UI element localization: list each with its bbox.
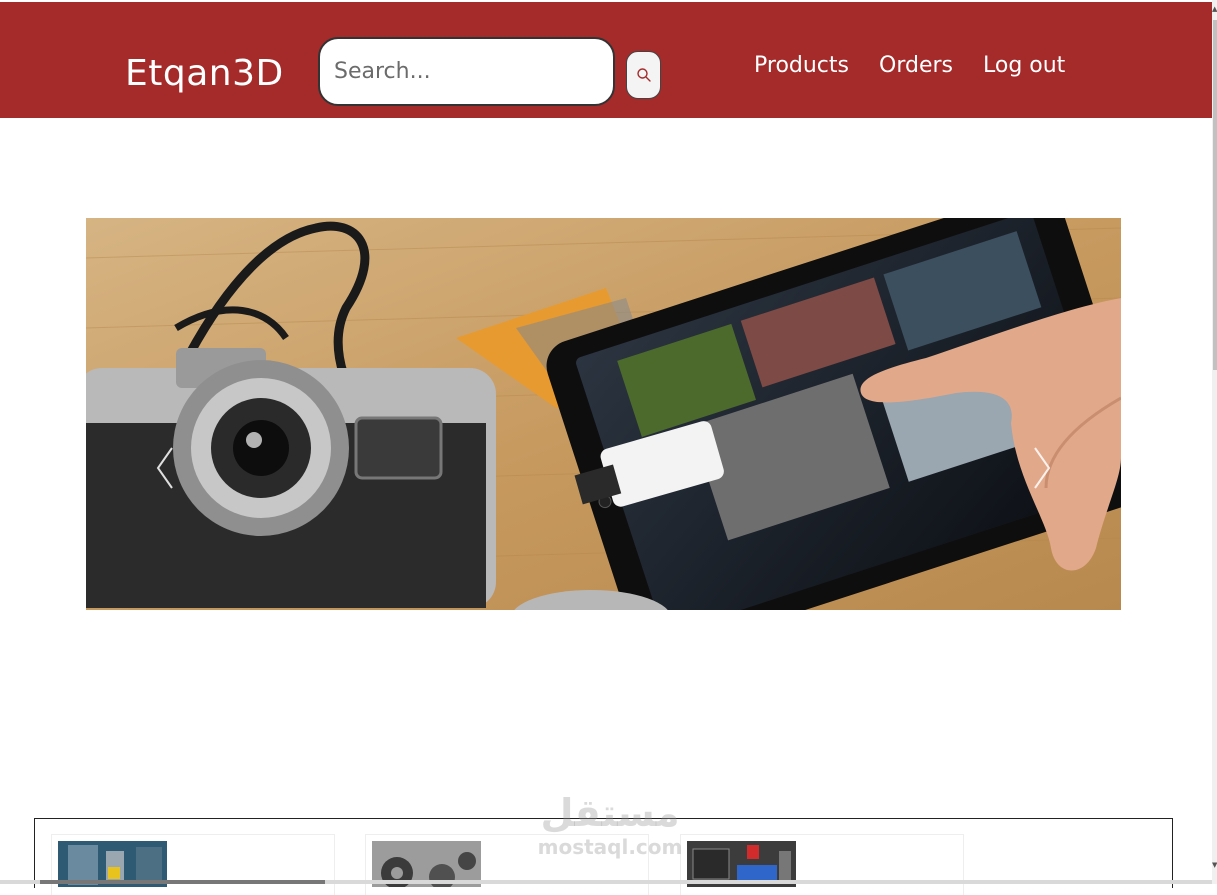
chevron-right-icon [1034, 447, 1051, 489]
scroll-down-icon[interactable]: ▼ [1212, 860, 1217, 870]
horizontal-scrollbar-thumb[interactable] [40, 880, 325, 884]
search-input[interactable] [318, 37, 615, 106]
navbar: Etqan3D Products Orders Log out [0, 2, 1212, 118]
brand-logo[interactable]: Etqan3D [125, 52, 284, 96]
chevron-left-icon [156, 447, 173, 489]
carousel-image [86, 218, 1121, 610]
nav-link-products[interactable]: Products [754, 52, 849, 80]
nav-link-orders[interactable]: Orders [879, 52, 953, 80]
search-icon [636, 68, 651, 82]
nav-link-logout[interactable]: Log out [983, 52, 1065, 80]
search-button[interactable] [626, 51, 661, 99]
scrollbar-thumb[interactable] [1213, 20, 1217, 370]
product-card[interactable] [51, 834, 335, 895]
product-card[interactable] [365, 834, 649, 895]
carousel-prev-button[interactable] [150, 440, 180, 496]
carousel-next-button[interactable] [1027, 440, 1057, 496]
product-card[interactable] [680, 834, 964, 895]
nav-links: Products Orders Log out [754, 52, 1065, 80]
scroll-up-icon[interactable]: ▲ [1212, 4, 1217, 14]
carousel-slide [86, 218, 1121, 610]
products-section [34, 818, 1173, 895]
